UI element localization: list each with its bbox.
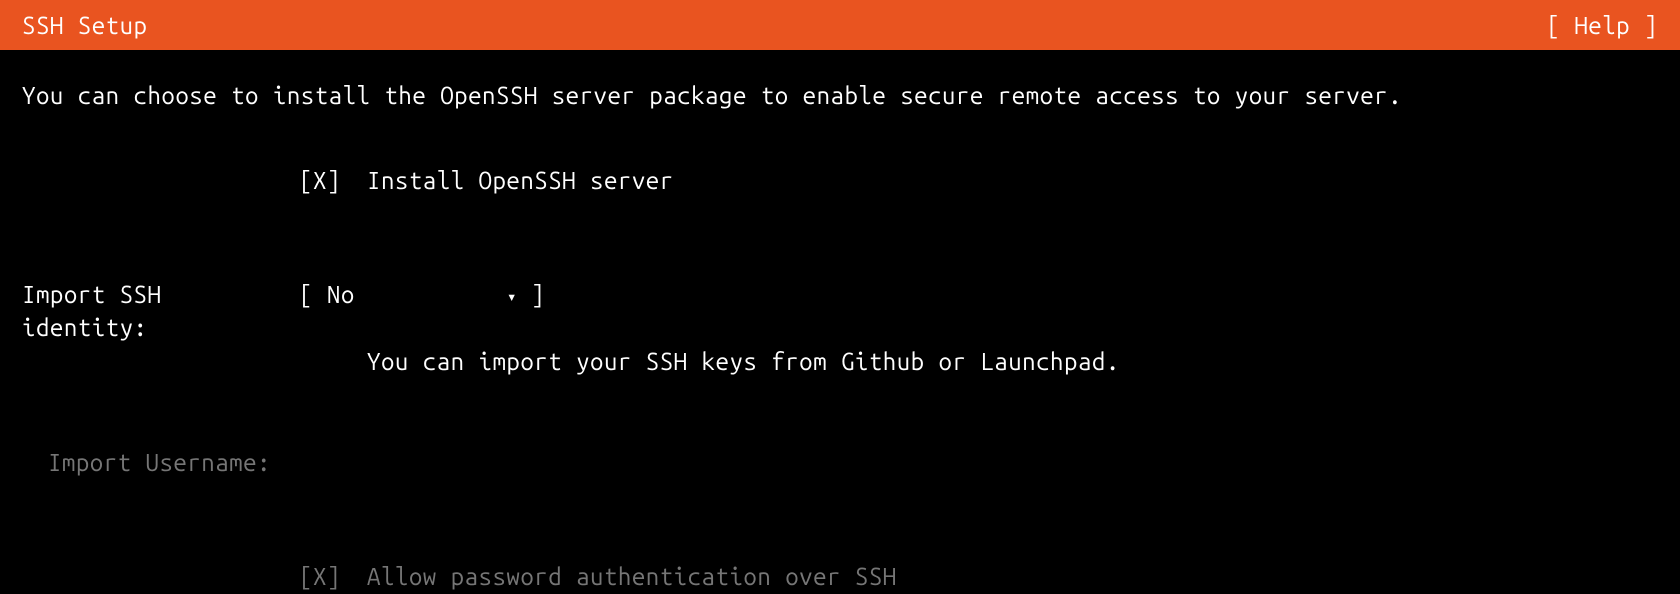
import-username-row: Import Username:: [22, 446, 1658, 480]
header-bar: SSH Setup [ Help ]: [0, 0, 1680, 50]
help-button[interactable]: [ Help ]: [1546, 12, 1658, 39]
import-ssh-select[interactable]: [ No▾ ]: [299, 278, 545, 345]
import-ssh-value: No: [327, 278, 507, 312]
allow-password-label: Allow password authentication over SSH: [367, 560, 1658, 594]
spacer: [299, 345, 367, 379]
import-username-field: [299, 446, 1658, 480]
install-openssh-row: [X] Install OpenSSH server: [22, 164, 1658, 198]
spacer: [22, 345, 299, 379]
install-openssh-checkbox[interactable]: [X]: [299, 164, 367, 198]
spacer: [22, 164, 299, 198]
bracket-close: ]: [517, 281, 545, 308]
import-ssh-help-row: You can import your SSH keys from Github…: [22, 345, 1658, 379]
import-ssh-label: Import SSH identity:: [22, 278, 299, 345]
install-openssh-label: Install OpenSSH server: [367, 164, 1658, 198]
bracket-open: [: [299, 281, 327, 308]
import-ssh-help-text: You can import your SSH keys from Github…: [367, 345, 1658, 379]
import-username-label: Import Username:: [22, 446, 299, 480]
chevron-down-icon: ▾: [507, 286, 517, 308]
intro-text: You can choose to install the OpenSSH se…: [22, 82, 1658, 109]
content-area: You can choose to install the OpenSSH se…: [0, 50, 1680, 594]
allow-password-row: [X] Allow password authentication over S…: [22, 560, 1658, 594]
spacer: [22, 560, 299, 594]
page-title: SSH Setup: [22, 12, 147, 39]
import-ssh-row: Import SSH identity: [ No▾ ]: [22, 278, 1658, 345]
allow-password-checkbox: [X]: [299, 560, 367, 594]
